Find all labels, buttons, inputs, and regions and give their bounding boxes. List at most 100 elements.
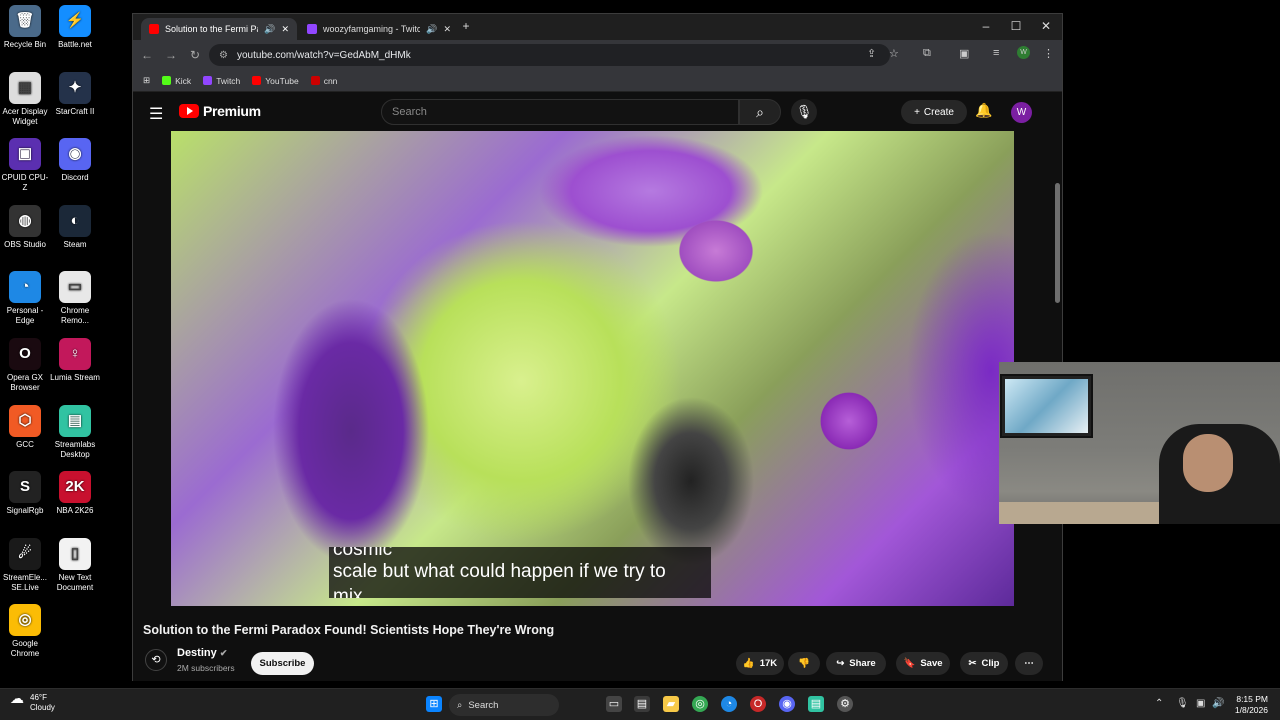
desktop-icon[interactable]: ◎ Google Chrome <box>0 604 50 659</box>
install-icon[interactable]: ⇪ <box>867 47 876 60</box>
desktop-icon-label: Lumia Stream <box>50 373 100 382</box>
share-icon: ↪ <box>836 658 845 669</box>
clock[interactable]: 8:15 PM 1/8/2026 <box>1235 694 1268 716</box>
maximize-icon[interactable]: ☐ <box>1009 19 1023 33</box>
desktop-icon[interactable]: ⬡ GCC <box>0 404 50 450</box>
desktop-icon[interactable]: 2K NBA 2K26 <box>50 471 100 516</box>
streamlabs-icon[interactable]: ▤ <box>808 696 824 712</box>
opera-gx-icon[interactable]: O <box>750 696 766 712</box>
desktop-icon[interactable]: ◐ Steam <box>50 204 100 250</box>
desktop-icon[interactable]: ⚡ Battle.net <box>50 5 100 50</box>
desktop-icon[interactable]: ♀ Lumia Stream <box>50 338 100 383</box>
account-avatar[interactable]: W <box>1011 102 1032 123</box>
network-icon[interactable]: ▣ <box>1196 698 1205 709</box>
tv-screen <box>1000 374 1093 438</box>
settings-icon[interactable]: ⚙ <box>837 696 853 712</box>
tab-youtube[interactable]: Solution to the Fermi Parad 🔊 ✕ <box>141 18 297 40</box>
plus-icon: + <box>914 106 920 118</box>
subscribe-button[interactable]: Subscribe <box>251 652 314 675</box>
desktop-icon[interactable]: ▯ New Text Document <box>50 537 100 593</box>
tab-twitch[interactable]: woozyfamgaming - Twitch 🔊 ✕ <box>299 18 459 40</box>
edge-icon[interactable]: ◔ <box>721 696 737 712</box>
desktop-icon[interactable]: ◉ Discord <box>50 138 100 183</box>
desktop-icon[interactable]: ▤ Streamlabs Desktop <box>50 404 100 460</box>
downloads-icon[interactable]: ≡ <box>993 47 999 59</box>
create-button[interactable]: + Create <box>901 100 967 124</box>
url-field[interactable]: ⚙ youtube.com/watch?v=GedAbM_dHMk <box>209 44 890 66</box>
apps-grid-icon[interactable]: ⊞ <box>143 75 150 86</box>
site-info-icon[interactable]: ⚙ <box>219 50 228 61</box>
desktop-icon[interactable]: S SignalRgb <box>0 471 50 516</box>
desktop-icon[interactable]: ▭ Chrome Remo... <box>50 271 100 326</box>
extensions-icon[interactable]: ⧉ <box>923 47 931 60</box>
bookmarks-bar: ⊞ Kick Twitch YouTube cnn <box>133 70 1062 92</box>
tray-chevron-icon[interactable]: ⌃ <box>1155 698 1163 709</box>
desktop-icon[interactable]: 🗑 Recycle Bin <box>0 5 50 50</box>
start-icon[interactable]: ⊞ <box>426 696 442 712</box>
desktop-icon[interactable]: O Opera GX Browser <box>0 338 50 393</box>
streamer-face <box>1183 434 1233 492</box>
search-input[interactable]: Search <box>381 99 739 125</box>
volume-icon[interactable]: 🔊 <box>1212 698 1224 709</box>
video-player[interactable]: cosmic scale but what could happen if we… <box>171 131 1014 606</box>
desktop-icon[interactable]: ☄ StreamEle... SE.Live <box>0 537 50 593</box>
task-view-icon[interactable]: ▭ <box>606 696 622 712</box>
profile-avatar[interactable]: W <box>1017 46 1030 59</box>
weather-widget[interactable]: ☁ 46°F Cloudy <box>10 691 55 713</box>
hamburger-menu-icon[interactable]: ☰ <box>149 104 163 124</box>
app-icon: O <box>9 338 41 370</box>
desktop-icon-label: StreamEle... SE.Live <box>2 572 47 592</box>
bookmark-star-icon[interactable]: ☆ <box>889 47 899 60</box>
bookmark-youtube[interactable]: YouTube <box>252 76 299 86</box>
share-button[interactable]: ↪ Share <box>826 652 886 675</box>
forward-icon[interactable]: → <box>159 48 183 62</box>
desktop-icon[interactable]: ◔ Personal - Edge <box>0 271 50 326</box>
notifications-bell-icon[interactable]: 🔔 <box>975 102 992 119</box>
discord-icon[interactable]: ◉ <box>779 696 795 712</box>
weather-condition: Cloudy <box>30 703 55 712</box>
back-icon[interactable]: ← <box>135 48 159 62</box>
close-window-icon[interactable]: ✕ <box>1039 19 1053 33</box>
desktop-icon[interactable]: ▣ CPUID CPU-Z <box>0 138 50 193</box>
desktop-icon-label: NBA 2K26 <box>56 506 94 516</box>
kebab-menu-icon[interactable]: ⋮ <box>1043 47 1054 60</box>
page-scrollbar[interactable] <box>1055 183 1060 303</box>
minimize-icon[interactable]: – <box>979 19 993 33</box>
file-explorer-icon[interactable]: ▰ <box>663 696 679 712</box>
desktop-icon-label: Discord <box>61 173 89 183</box>
chrome-icon[interactable]: ◎ <box>692 696 708 712</box>
mic-icon[interactable]: 🎙 <box>791 99 817 125</box>
search-icon[interactable]: ⌕ <box>739 99 781 125</box>
more-actions-button[interactable]: ⋯ <box>1015 652 1043 675</box>
desktop-icon[interactable]: ✦ StarCraft II <box>50 71 100 117</box>
bookmark-twitch[interactable]: Twitch <box>203 76 240 86</box>
mic-tray-icon[interactable]: 🎙 <box>1176 698 1189 709</box>
desktop-icon[interactable]: ▦ Acer Display Widget <box>0 71 50 127</box>
clip-button[interactable]: ✂ Clip <box>960 652 1008 675</box>
widgets-icon[interactable]: ▤ <box>634 696 650 712</box>
date: 1/8/2026 <box>1234 705 1268 715</box>
bookmark-kick[interactable]: Kick <box>162 76 191 86</box>
taskbar-search[interactable]: ⌕ Search <box>449 694 559 716</box>
dislike-button[interactable]: 👎 <box>788 652 820 675</box>
youtube-page: ☰ Premium Search ⌕ 🎙 + Create 🔔 W cosmic… <box>133 93 1062 681</box>
app-icon: ♀ <box>59 338 91 370</box>
channel-name[interactable]: Destiny ✔ <box>177 647 227 659</box>
bookmark-cnn[interactable]: cnn <box>310 76 337 86</box>
new-tab-button[interactable]: + <box>459 19 473 33</box>
close-tab-icon[interactable]: ✕ <box>443 24 451 35</box>
app-icon: ☄ <box>9 537 41 570</box>
save-button[interactable]: 🔖 Save <box>896 652 950 675</box>
like-button[interactable]: 👍 17K <box>736 652 784 675</box>
close-tab-icon[interactable]: ✕ <box>281 24 289 35</box>
channel-avatar[interactable]: ⟲ <box>145 649 167 671</box>
reload-icon[interactable]: ↻ <box>183 48 207 62</box>
app-icon: ◐ <box>59 204 91 237</box>
youtube-logo[interactable]: Premium <box>179 103 261 119</box>
app-icon: ⬡ <box>9 404 41 437</box>
like-count: 17K <box>759 658 778 669</box>
desktop-icon[interactable]: ◍ OBS Studio <box>0 204 50 250</box>
desktop-icon-label: Google Chrome <box>10 639 40 659</box>
side-panel-icon[interactable]: ▣ <box>959 47 969 60</box>
kick-icon <box>162 76 172 85</box>
